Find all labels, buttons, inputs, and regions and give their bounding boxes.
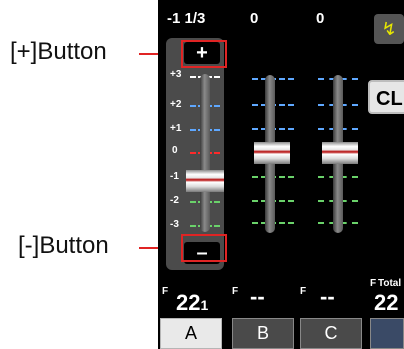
total-f-value: 22 <box>374 290 399 315</box>
group-a-f-subscript: 1 <box>200 297 209 313</box>
scale-label-minus2: -2 <box>170 195 179 206</box>
f-label-total: F <box>370 278 377 289</box>
group-a-slider-knob[interactable] <box>186 170 224 192</box>
clear-button[interactable]: CL <box>368 80 404 114</box>
scale-label-minus3: -3 <box>170 219 179 230</box>
group-b-slider-knob[interactable] <box>254 142 290 164</box>
group-b-ratio-value: 0 <box>250 10 259 27</box>
scale-label-plus3: +3 <box>170 69 182 80</box>
f-label-c: F <box>300 286 307 297</box>
group-a-f-number: 22 <box>176 290 201 315</box>
scale-label-plus1: +1 <box>170 123 182 134</box>
group-a-slider-track[interactable] <box>200 74 210 232</box>
tab-group-b[interactable]: B <box>232 318 294 349</box>
group-c-slider-knob[interactable] <box>322 142 358 164</box>
group-c-ratio-value: 0 <box>316 10 325 27</box>
tab-group-a[interactable]: A <box>160 318 222 349</box>
scale-label-plus2: +2 <box>170 99 182 110</box>
f-label-a: F <box>162 286 169 297</box>
f-label-b: F <box>232 286 239 297</box>
group-c-f-value: -- <box>320 284 335 309</box>
group-a-f-value: 221 <box>176 290 208 316</box>
flash-icon[interactable]: ↯ <box>374 14 404 44</box>
plus-button-callout: [+]Button <box>10 38 107 65</box>
minus-button-highlight <box>181 234 227 262</box>
minus-button-callout: [-]Button <box>18 232 109 259</box>
tab-more[interactable] <box>370 318 404 349</box>
plus-button-highlight <box>181 40 227 68</box>
group-b-f-value: -- <box>250 284 265 309</box>
total-label: Total <box>378 278 402 289</box>
group-a-ratio-value: -1 1/3 <box>167 10 206 27</box>
tab-group-c[interactable]: C <box>300 318 362 349</box>
scale-label-minus1: -1 <box>170 171 179 182</box>
scale-label-zero: 0 <box>172 145 178 156</box>
